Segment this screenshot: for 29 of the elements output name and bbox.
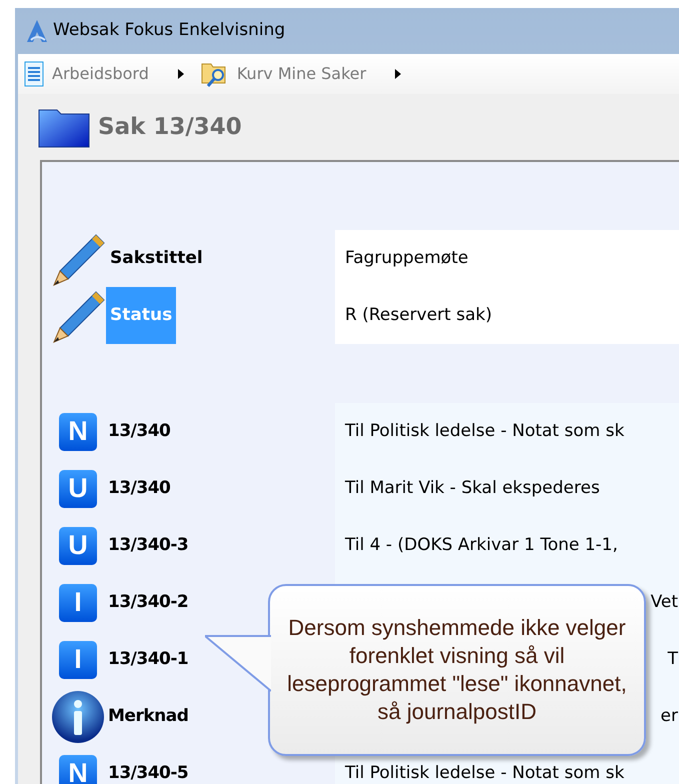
entry-description: Til 4 - (DOKS Arkivar 1 Tone 1-1, [335,517,679,574]
entry-description: Til Politisk ledelse - Notat som sk [335,403,679,460]
entry-label[interactable]: 13/340 [106,418,170,444]
entry-label[interactable]: Merknad [106,704,188,730]
entry-description: Til Marit Vik - Skal ekspederes [335,460,679,517]
letter-badge-icon: U [59,526,97,564]
letter-badge-icon: N [59,754,97,784]
case-title: Sak 13/340 [98,112,242,142]
breadcrumb-link[interactable]: Kurv Mine Saker [236,62,366,86]
entry-label[interactable]: 13/340 [106,476,170,502]
letter-badge-icon: I [59,584,97,622]
arrow-right-icon[interactable] [394,68,402,80]
document-icon [24,61,44,87]
letter-badge-icon: U [59,470,97,508]
info-icon [51,690,105,744]
arrow-right-icon[interactable] [176,68,185,80]
breadcrumb-link[interactable]: Arbeidsbord [52,62,149,86]
app-logo-icon [25,18,49,44]
window-title: Websak Fokus Enkelvisning [53,19,286,42]
entry-label[interactable]: 13/340-5 [106,760,188,784]
entry-label[interactable]: 13/340-3 [106,532,188,558]
field-label: Sakstittel [109,246,204,270]
field-value: Fagruppemøte [335,230,679,287]
field-label: Status [106,287,176,344]
entry-label[interactable]: 13/340-1 [106,646,188,672]
entry-label[interactable]: 13/340-2 [106,590,188,616]
letter-badge-icon: I [59,640,97,678]
letter-badge-icon: N [59,412,97,450]
field-value: R (Reservert sak) [335,287,679,344]
